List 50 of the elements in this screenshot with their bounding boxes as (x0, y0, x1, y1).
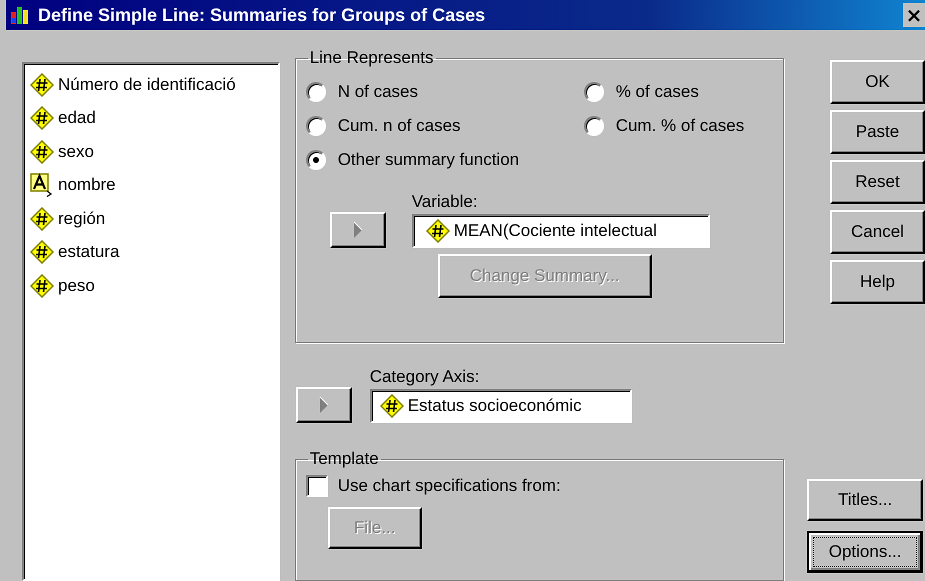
variable-item[interactable]: Número de identificació (58, 74, 236, 95)
close-button[interactable]: × (903, 3, 925, 27)
numeric-variable-icon (30, 72, 54, 97)
field-value: Estatus socioeconómic (408, 396, 582, 416)
numeric-variable-icon (30, 240, 54, 264)
right-triangle-icon (352, 221, 363, 239)
checkbox[interactable] (306, 475, 328, 497)
dialog-button[interactable]: Options... (807, 531, 924, 573)
variable-item[interactable]: sexo (58, 142, 94, 162)
radio-option[interactable]: N of cases (306, 82, 584, 102)
right-triangle-icon (318, 396, 329, 414)
numeric-variable-icon (380, 394, 404, 418)
dialog-button[interactable]: Paste (830, 110, 925, 154)
move-arrow-button[interactable] (330, 212, 386, 248)
variable-item[interactable]: estatura (58, 242, 120, 262)
field-value: MEAN(Cociente intelectual (454, 221, 657, 241)
checkbox-option[interactable]: Use chart specifications from: (306, 475, 774, 497)
radio-circle[interactable] (306, 116, 326, 136)
move-arrow-button[interactable] (296, 387, 352, 423)
category-axis-label: Category Axis: (370, 367, 480, 387)
dialog-button[interactable]: Help (830, 260, 925, 304)
radio-circle[interactable] (306, 82, 326, 102)
variable-item[interactable]: edad (58, 108, 96, 128)
group-title: Template (308, 449, 380, 469)
category-axis-field[interactable]: Estatus socioeconómic (370, 389, 632, 423)
group-title: Line Represents (308, 48, 435, 68)
window-title: Define Simple Line: Summaries for Groups of Cases (38, 4, 486, 26)
dialog-button[interactable]: Titles... (807, 479, 924, 521)
numeric-variable-icon (426, 219, 450, 243)
variable-item[interactable]: peso (58, 276, 95, 296)
dialog-button[interactable]: Cancel (830, 210, 925, 254)
radio-circle[interactable] (584, 116, 604, 136)
numeric-variable-icon (30, 274, 54, 298)
variable-item[interactable]: nombre (58, 175, 116, 196)
string-variable-icon (30, 173, 54, 198)
dialog-button[interactable]: Reset (830, 160, 925, 204)
variable-label: Variable: (412, 192, 479, 212)
variable-field[interactable]: MEAN(Cociente intelectual (412, 214, 710, 248)
variable-item[interactable]: región (58, 208, 106, 229)
radio-option[interactable]: % of cases (584, 82, 774, 102)
variable-list[interactable]: Número de identificació edad sexo nombre región estatura peso (22, 62, 280, 581)
radio-option[interactable]: Cum. n of cases (306, 116, 584, 136)
numeric-variable-icon (30, 206, 54, 231)
radio-circle[interactable] (306, 150, 326, 170)
numeric-variable-icon (30, 140, 54, 164)
radio-option[interactable]: Other summary function (306, 150, 774, 170)
radio-option[interactable]: Cum. % of cases (584, 116, 774, 136)
numeric-variable-icon (30, 106, 54, 130)
radio-circle[interactable] (584, 82, 604, 102)
dialog-button[interactable]: OK (830, 60, 925, 104)
